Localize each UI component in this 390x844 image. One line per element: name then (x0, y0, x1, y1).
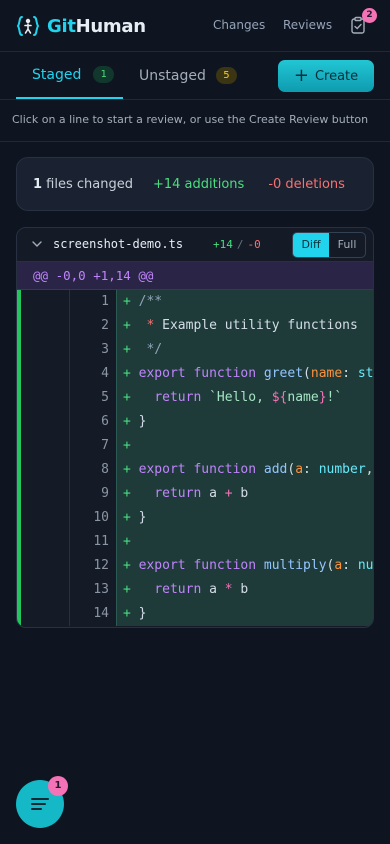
line-content: + } (117, 602, 373, 626)
additions-count: +14 additions (152, 176, 245, 192)
line-content: + return a + b (117, 482, 373, 506)
logo-text: GitHuman (47, 16, 146, 37)
line-number: 8 (69, 458, 117, 482)
old-line-gutter (17, 458, 69, 482)
line-content: + (117, 434, 373, 458)
diff-line[interactable]: 14 + } (17, 602, 373, 626)
line-number: 3 (69, 338, 117, 362)
line-content: + } (117, 506, 373, 530)
line-number: 7 (69, 434, 117, 458)
old-line-gutter (17, 434, 69, 458)
diff-line[interactable]: 8+ export function add(a: number, b: num… (17, 458, 373, 482)
line-content: + return a * b (117, 578, 373, 602)
line-content: + export function greet(name: string) (117, 362, 373, 386)
diff-line[interactable]: 13 + return a * b (17, 578, 373, 602)
old-line-gutter (17, 506, 69, 530)
line-content: + return `Hello, ${name}!` (117, 386, 373, 410)
plus-icon: + (293, 65, 309, 86)
line-number: 4 (69, 362, 117, 386)
diff-line[interactable]: 1 + /** (17, 290, 373, 314)
diff-line[interactable]: 9 + return a + b (17, 482, 373, 506)
fab-badge: 1 (48, 776, 68, 796)
old-line-gutter (17, 410, 69, 434)
old-line-gutter (17, 482, 69, 506)
line-content: + export function multiply(a: number, b:… (117, 554, 373, 578)
staged-count-badge: 1 (93, 66, 115, 83)
line-number: 13 (69, 578, 117, 602)
nav-changes[interactable]: Changes (213, 18, 265, 32)
create-review-button[interactable]: + Create (278, 60, 374, 92)
line-content: + (117, 530, 373, 554)
tab-unstaged-label: Unstaged (139, 67, 206, 84)
diff-line[interactable]: 7 + (17, 434, 373, 458)
old-line-gutter (17, 314, 69, 338)
file-deletions: -0 (247, 238, 261, 251)
diff-line[interactable]: 5 + return `Hello, ${name}!` (17, 386, 373, 410)
file-diff-card: screenshot-demo.ts +14/-0 Diff Full @@ -… (16, 227, 374, 628)
diff-line[interactable]: 10 + } (17, 506, 373, 530)
changes-summary: 1 files changed +14 additions -0 deletio… (16, 157, 374, 211)
create-label: Create (314, 68, 359, 84)
review-hint: Click on a line to start a review, or us… (0, 100, 390, 142)
line-number: 1 (69, 290, 117, 314)
diff-line[interactable]: 11 + (17, 530, 373, 554)
view-full-button[interactable]: Full (329, 233, 365, 257)
chevron-down-icon[interactable] (31, 238, 43, 250)
diff-line[interactable]: 6 + } (17, 410, 373, 434)
changes-tabs: Staged 1 Unstaged 5 + Create (0, 52, 390, 100)
old-line-gutter (17, 338, 69, 362)
file-additions: +14 (213, 238, 233, 251)
diff-code: 1 + /** 2 + * Example utility functions 3 + *… (17, 290, 373, 626)
unstaged-count-badge: 5 (215, 67, 237, 84)
old-line-gutter (17, 602, 69, 626)
line-number: 11 (69, 530, 117, 554)
hunk-header: @@ -0,0 +1,14 @@ (17, 262, 373, 290)
braces-person-icon (16, 16, 40, 36)
nav-reviews[interactable]: Reviews (283, 18, 332, 32)
logo[interactable]: GitHuman (16, 14, 146, 38)
line-number: 12 (69, 554, 117, 578)
tab-staged[interactable]: Staged 1 (16, 52, 123, 99)
old-line-gutter (17, 578, 69, 602)
view-diff-button[interactable]: Diff (293, 233, 329, 257)
line-content: + export function add(a: number, b: numb… (117, 458, 373, 482)
line-content: + * Example utility functions (117, 314, 373, 338)
line-number: 10 (69, 506, 117, 530)
diff-line[interactable]: 12+ export function multiply(a: number, … (17, 554, 373, 578)
file-name: screenshot-demo.ts (53, 237, 184, 251)
clipboard-badge: 2 (362, 8, 377, 23)
logo-git: Git (47, 15, 76, 37)
line-number: 6 (69, 410, 117, 434)
old-line-gutter (17, 362, 69, 386)
old-line-gutter (17, 386, 69, 410)
view-toggle: Diff Full (292, 232, 366, 258)
line-number: 2 (69, 314, 117, 338)
old-line-gutter (17, 530, 69, 554)
diff-line[interactable]: 3 + */ (17, 338, 373, 362)
files-label: files changed (42, 176, 133, 192)
line-content: + } (117, 410, 373, 434)
tab-staged-label: Staged (32, 66, 82, 83)
files-count: 1 (33, 176, 43, 192)
menu-icon (31, 798, 49, 810)
file-stats: +14/-0 (213, 238, 261, 251)
app-header: GitHuman Changes Reviews 2 (0, 0, 390, 52)
line-number: 9 (69, 482, 117, 506)
files-changed: 1 files changed (33, 177, 133, 192)
old-line-gutter (17, 290, 69, 314)
line-content: + */ (117, 338, 373, 362)
file-header[interactable]: screenshot-demo.ts +14/-0 Diff Full (17, 228, 373, 262)
tab-unstaged[interactable]: Unstaged 5 (139, 52, 237, 99)
line-number: 14 (69, 602, 117, 626)
logo-human: Human (75, 15, 146, 37)
file-stats-separator: / (236, 238, 244, 251)
deletions-count: -0 deletions (268, 176, 345, 192)
diff-line[interactable]: 2 + * Example utility functions (17, 314, 373, 338)
old-line-gutter (17, 554, 69, 578)
diff-line[interactable]: 4+ export function greet(name: string) (17, 362, 373, 386)
line-number: 5 (69, 386, 117, 410)
line-content: + /** (117, 290, 373, 314)
